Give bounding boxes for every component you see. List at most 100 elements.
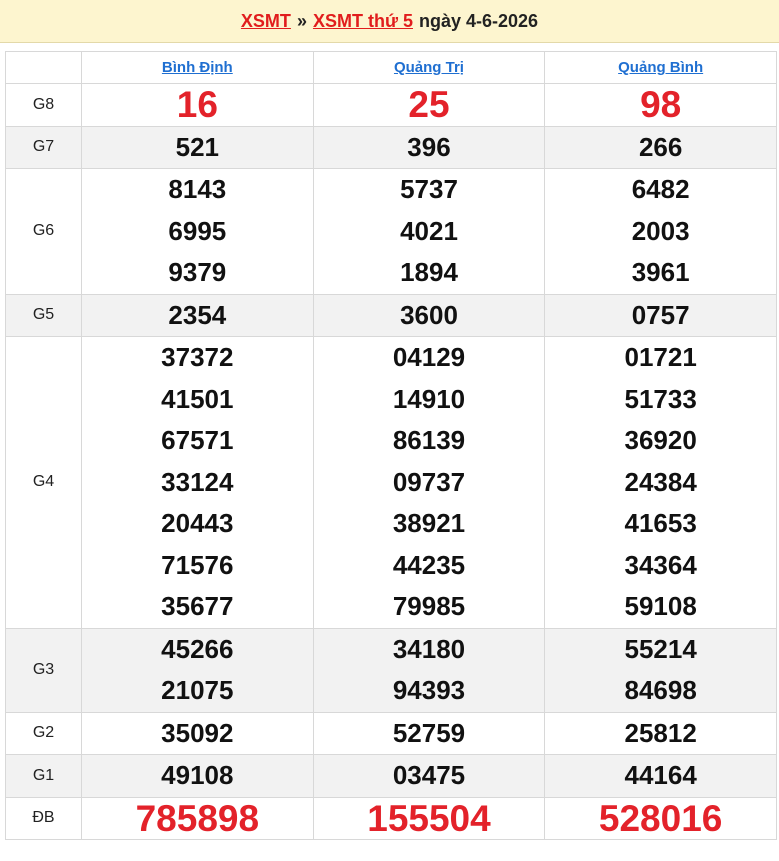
province-link-binh-dinh[interactable]: Bình Định — [162, 59, 233, 76]
result-cell: 49108 — [81, 754, 314, 798]
result-number: 3600 — [400, 299, 458, 330]
result-cell: 52759 — [312, 711, 546, 755]
result-number: 266 — [638, 131, 683, 162]
result-number: 25812 — [624, 717, 697, 748]
table-row: G2 35092 52759 25812 — [5, 711, 777, 755]
result-number: 1894 — [400, 257, 458, 287]
result-number: 8143 — [168, 174, 227, 204]
result-number: 38921 — [392, 508, 466, 538]
table-row: G6 8143 6995 9379 5737 4021 1894 6482 2003 3961 — [5, 168, 777, 295]
result-cell: 3600 — [312, 293, 546, 337]
table-header-row: Bình Định Quảng Trị Quảng Bình — [5, 51, 777, 84]
result-cell: 155504 — [312, 796, 546, 840]
result-number: 2003 — [631, 215, 690, 246]
result-number: 2354 — [168, 299, 227, 330]
result-number: 79985 — [392, 591, 466, 621]
result-number: 04129 — [392, 342, 466, 372]
result-number: 35092 — [161, 717, 234, 748]
result-cell: 98 — [544, 83, 777, 127]
result-number: 34180 — [392, 633, 466, 664]
table-row: G5 2354 3600 0757 — [5, 293, 777, 337]
highlight-number: 785898 — [135, 797, 260, 839]
table-row: G1 49108 03475 44164 — [5, 754, 777, 798]
prize-label: G1 — [5, 754, 82, 798]
result-number: 41501 — [161, 383, 234, 414]
breadcrumb-separator: » — [296, 10, 307, 31]
highlight-number: 16 — [176, 84, 218, 125]
province-link-quang-binh[interactable]: Quảng Bình — [618, 59, 703, 76]
header-empty-cell — [5, 51, 82, 84]
result-number: 521 — [175, 131, 220, 162]
result-number: 59108 — [624, 591, 697, 621]
result-cell: 396 — [312, 125, 546, 169]
result-number: 34364 — [624, 549, 697, 580]
result-number: 09737 — [392, 466, 466, 497]
result-number: 45266 — [161, 633, 234, 664]
result-number: 37372 — [161, 342, 234, 372]
result-number: 35677 — [161, 591, 234, 621]
header-province-cell: Bình Định — [81, 51, 314, 84]
result-cell: 8143 6995 9379 — [81, 168, 314, 295]
province-link-quang-tri[interactable]: Quảng Trị — [394, 59, 464, 76]
prize-label: G7 — [5, 125, 82, 169]
highlight-number: 25 — [408, 84, 450, 125]
prize-label: G8 — [5, 83, 82, 127]
result-number: 396 — [407, 131, 451, 162]
result-number: 36920 — [624, 425, 697, 455]
result-cell: 2354 — [81, 293, 314, 337]
prize-label: G6 — [5, 168, 82, 295]
result-cell: 34180 94393 — [312, 627, 546, 713]
prize-label: G2 — [5, 711, 82, 755]
result-cell: 04129 14910 86139 09737 38921 44235 79985 — [312, 336, 546, 629]
result-number: 55214 — [624, 633, 697, 664]
highlight-number: 528016 — [598, 797, 723, 839]
result-number: 3961 — [631, 257, 690, 287]
page-title-date: ngày 4-6-2026 — [419, 10, 539, 31]
result-cell: 37372 41501 67571 33124 20443 71576 35677 — [81, 336, 314, 629]
result-number: 6482 — [631, 174, 690, 204]
result-cell: 55214 84698 — [544, 627, 777, 713]
table-row: G3 45266 21075 34180 94393 55214 84698 — [5, 627, 777, 713]
header-province-cell: Quảng Bình — [544, 51, 777, 84]
result-cell: 25 — [312, 83, 546, 127]
result-number: 9379 — [168, 257, 227, 287]
result-cell: 521 — [81, 125, 314, 169]
result-cell: 5737 4021 1894 — [312, 168, 546, 295]
result-number: 33124 — [161, 466, 234, 497]
result-number: 03475 — [392, 760, 466, 790]
prize-label: ĐB — [5, 796, 82, 840]
result-number: 51733 — [624, 383, 697, 414]
highlight-number: 98 — [640, 84, 682, 125]
breadcrumb: XSMT » XSMT thứ 5 ngày 4-6-2026 — [0, 0, 779, 43]
results-table: Bình Định Quảng Trị Quảng Bình G8 16 25 98 G… — [5, 51, 777, 840]
result-number: 67571 — [161, 425, 234, 455]
result-number: 01721 — [624, 342, 697, 372]
result-number: 49108 — [161, 760, 234, 790]
table-row: G8 16 25 98 — [5, 83, 777, 127]
result-cell: 45266 21075 — [81, 627, 314, 713]
result-number: 44164 — [624, 760, 697, 790]
prize-label: G5 — [5, 293, 82, 337]
result-number: 94393 — [392, 675, 466, 705]
table-row: G4 37372 41501 67571 33124 20443 71576 35677 041… — [5, 336, 777, 629]
result-number: 52759 — [392, 717, 466, 748]
result-cell: 44164 — [544, 754, 777, 798]
result-number: 71576 — [161, 549, 234, 580]
result-cell: 01721 51733 36920 24384 41653 34364 59108 — [544, 336, 777, 629]
result-cell: 785898 — [81, 796, 314, 840]
breadcrumb-link-xsmt[interactable]: XSMT — [241, 11, 291, 32]
result-number: 20443 — [161, 508, 234, 538]
header-province-cell: Quảng Trị — [312, 51, 546, 84]
result-cell: 266 — [544, 125, 777, 169]
table-row: ĐB 785898 155504 528016 — [5, 796, 777, 840]
result-number: 86139 — [392, 425, 466, 455]
breadcrumb-link-xsmt-thu5[interactable]: XSMT thứ 5 — [313, 11, 413, 32]
table-row: G7 521 396 266 — [5, 125, 777, 169]
result-number: 0757 — [631, 299, 690, 330]
highlight-number: 155504 — [367, 797, 491, 839]
result-number: 6995 — [168, 215, 227, 246]
result-cell: 6482 2003 3961 — [544, 168, 777, 295]
prize-label: G4 — [5, 336, 82, 629]
result-number: 84698 — [624, 675, 697, 705]
prize-label: G3 — [5, 627, 82, 713]
